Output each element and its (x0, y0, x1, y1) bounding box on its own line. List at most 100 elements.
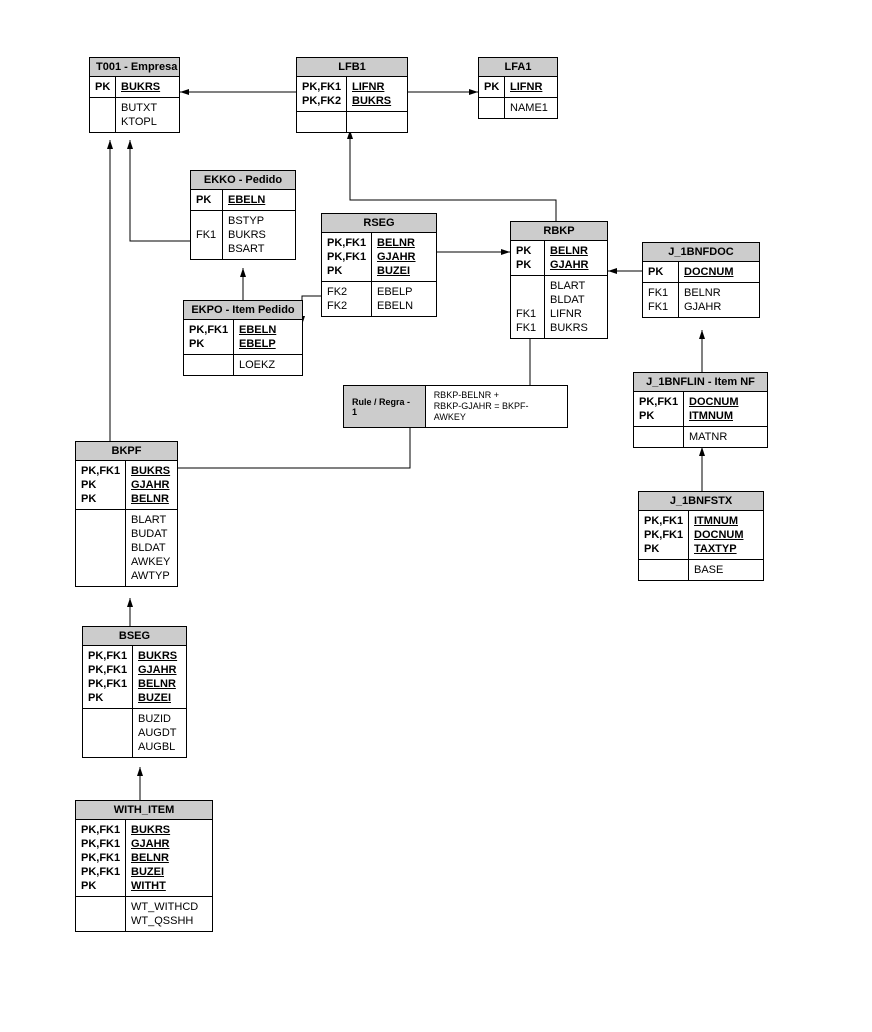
key-label: PK,FK1 (88, 677, 127, 691)
entity-ekko: EKKO - Pedido PK EBELN FK1 BSTYP BUKRS B… (190, 170, 296, 260)
field: BUKRS (352, 94, 391, 108)
entity-title: LFB1 (297, 58, 407, 77)
key-label: PK (648, 265, 673, 279)
field: EBELN (377, 299, 413, 313)
key-label: FK1 (648, 300, 673, 314)
field: ITMNUM (694, 514, 744, 528)
field: WT_QSSHH (131, 914, 198, 928)
key-label: PK,FK1 (81, 823, 120, 837)
field: GJAHR (131, 837, 170, 851)
field: BSTYP (228, 214, 266, 228)
key-label: PK (81, 879, 120, 893)
field: EBELP (239, 337, 276, 351)
entity-title: EKPO - Item Pedido (184, 301, 302, 320)
entity-title: WITH_ITEM (76, 801, 212, 820)
field: LIFNR (510, 80, 542, 94)
entity-with-item: WITH_ITEM PK,FK1 PK,FK1 PK,FK1 PK,FK1 PK… (75, 800, 213, 932)
key-label: PK (516, 258, 539, 272)
entity-ekpo: EKPO - Item Pedido PK,FK1 PK EBELN EBELP… (183, 300, 303, 376)
rule-title: Rule / Regra - 1 (344, 386, 426, 427)
field: KTOPL (121, 115, 157, 129)
key-label: PK (88, 691, 127, 705)
field: AWTYP (131, 569, 170, 583)
key-label: PK (639, 409, 678, 423)
key-label: FK2 (327, 285, 366, 299)
field: ITMNUM (689, 409, 739, 423)
field: GJAHR (138, 663, 177, 677)
key-label: PK,FK1 (81, 865, 120, 879)
entity-title: J_1BNFSTX (639, 492, 763, 511)
key-label: FK1 (196, 228, 217, 242)
entity-title: T001 - Empresa (90, 58, 179, 77)
field: BELNR (131, 851, 170, 865)
entity-j1bnflin: J_1BNFLIN - Item NF PK,FK1 PK DOCNUM ITM… (633, 372, 768, 448)
field: BASE (694, 563, 723, 577)
entity-title: BKPF (76, 442, 177, 461)
key-label: PK (196, 193, 217, 207)
field: BUZEI (131, 865, 170, 879)
key-label: PK,FK1 (88, 663, 127, 677)
key-label: PK,FK2 (302, 94, 341, 108)
field: LIFNR (550, 307, 588, 321)
key-label: PK,FK1 (327, 236, 366, 250)
field: EBELP (377, 285, 413, 299)
field: BUKRS (228, 228, 266, 242)
field: DOCNUM (684, 265, 734, 279)
field: BLART (550, 279, 588, 293)
entity-j1bnfdoc: J_1BNFDOC PK DOCNUM FK1 FK1 BELNR GJAHR (642, 242, 760, 318)
key-label: PK,FK1 (81, 464, 120, 478)
key-label: PK (189, 337, 228, 351)
field: LIFNR (352, 80, 391, 94)
field: BELNR (684, 286, 721, 300)
key-label: FK1 (516, 321, 539, 335)
field: BELNR (377, 236, 416, 250)
field: BUZID (138, 712, 177, 726)
key-label: PK,FK1 (88, 649, 127, 663)
field: GJAHR (684, 300, 721, 314)
key-label: PK,FK1 (81, 851, 120, 865)
key-label: PK (484, 80, 499, 94)
entity-lfa1: LFA1 PK LIFNR NAME1 (478, 57, 558, 119)
field: EBELN (228, 193, 265, 207)
entity-j1bnfstx: J_1BNFSTX PK,FK1 PK,FK1 PK ITMNUM DOCNUM… (638, 491, 764, 581)
field: MATNR (689, 430, 727, 444)
field: LOEKZ (239, 358, 275, 372)
field: TAXTYP (694, 542, 744, 556)
entity-title: RSEG (322, 214, 436, 233)
entity-bseg: BSEG PK,FK1 PK,FK1 PK,FK1 PK BUKRS GJAHR… (82, 626, 187, 758)
entity-t001: T001 - Empresa PK BUKRS BUTXT KTOPL (89, 57, 180, 133)
field: BELNR (131, 492, 170, 506)
field: AUGBL (138, 740, 177, 754)
entity-lfb1: LFB1 PK,FK1 PK,FK2 LIFNR BUKRS (296, 57, 408, 133)
field: BELNR (550, 244, 589, 258)
entity-rseg: RSEG PK,FK1 PK,FK1 PK BELNR GJAHR BUZEI … (321, 213, 437, 317)
key-label: PK,FK1 (644, 528, 683, 542)
key-label: PK,FK1 (302, 80, 341, 94)
field: BUZEI (377, 264, 416, 278)
entity-title: BSEG (83, 627, 186, 646)
key-label: PK,FK1 (639, 395, 678, 409)
field: BUZEI (138, 691, 177, 705)
key-label: PK,FK1 (189, 323, 228, 337)
key-label: PK (81, 478, 120, 492)
entity-title: J_1BNFLIN - Item NF (634, 373, 767, 392)
field: BLDAT (550, 293, 588, 307)
field: GJAHR (377, 250, 416, 264)
field: DOCNUM (689, 395, 739, 409)
key-label: FK1 (648, 286, 673, 300)
field: BLDAT (131, 541, 170, 555)
key-label: PK (81, 492, 120, 506)
key-label: PK (516, 244, 539, 258)
field: BUTXT (121, 101, 157, 115)
rule-box: Rule / Regra - 1 RBKP-BELNR + RBKP-GJAHR… (343, 385, 568, 428)
entity-title: J_1BNFDOC (643, 243, 759, 262)
entity-title: EKKO - Pedido (191, 171, 295, 190)
field: AWKEY (131, 555, 170, 569)
field: NAME1 (510, 101, 548, 115)
field: GJAHR (550, 258, 589, 272)
rule-text: RBKP-BELNR + (434, 390, 559, 401)
key-label: PK,FK1 (81, 837, 120, 851)
field: EBELN (239, 323, 276, 337)
field: BUKRS (550, 321, 588, 335)
entity-bkpf: BKPF PK,FK1 PK PK BUKRS GJAHR BELNR BLAR… (75, 441, 178, 587)
